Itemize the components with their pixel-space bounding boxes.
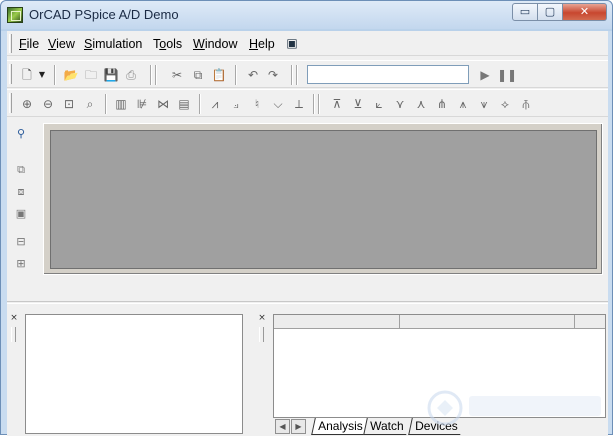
mark-point-icon[interactable]: ⫚ — [518, 96, 534, 112]
title-bar[interactable]: OrCAD PSpice A/D Demo ▭ ▢ ✕ — [1, 1, 612, 29]
toggle-cursor-icon[interactable]: ⌵ — [270, 96, 286, 112]
grid-header — [274, 315, 605, 329]
cursor-prev-transition-icon[interactable]: ⩛ — [476, 96, 492, 112]
maximize-button[interactable]: ▢ — [538, 3, 563, 21]
zoom-fit-icon[interactable]: ⌕ — [82, 96, 98, 112]
menubar-grip[interactable] — [9, 34, 12, 53]
output-file-icon[interactable]: ⧉ — [14, 163, 28, 177]
toolbar-separator — [150, 65, 152, 85]
zoom-out-icon[interactable]: ⊖ — [40, 96, 56, 112]
toolbar-grip[interactable] — [9, 93, 12, 113]
document-icon[interactable]: ▣ — [14, 207, 28, 221]
pane-grip[interactable] — [11, 327, 16, 342]
column-divider[interactable] — [574, 315, 575, 329]
open-folder-icon[interactable]: 🗀 — [83, 67, 99, 83]
simulation-status-pane: × ◀ ▶ Analysis Watch Devices — [255, 311, 608, 436]
toolbar-separator — [318, 94, 320, 114]
performance-icon[interactable]: ▤ — [176, 96, 192, 112]
cut-icon[interactable]: ✂ — [169, 67, 185, 83]
mark-label-icon[interactable]: ⟡ — [497, 96, 513, 112]
orcad-pspice-icon — [7, 7, 23, 23]
zoom-area-icon[interactable]: ⊡ — [61, 96, 77, 112]
simulation-profile-combo[interactable] — [307, 65, 469, 84]
cursor-slope-icon[interactable]: ⊻ — [350, 96, 366, 112]
scroll-right-icon[interactable]: ▶ — [291, 419, 306, 434]
copy-icon[interactable]: ⧉ — [190, 67, 206, 83]
menu-help[interactable]: Help — [249, 37, 275, 51]
tab-analysis[interactable]: Analysis — [311, 418, 369, 435]
save-icon[interactable]: 💾 — [103, 67, 119, 83]
plot-area[interactable] — [50, 130, 597, 269]
simulation-status-window[interactable] — [273, 314, 606, 418]
cursor-point-icon[interactable]: ⋏ — [413, 96, 429, 112]
undo-icon[interactable]: ↶ — [245, 67, 261, 83]
toolbar-file: 🗋 ▼ 📂 🗀 💾 ⎙ ✂ ⧉ 📋 ↶ ↷ ▶ ❚❚ — [7, 60, 608, 88]
tab-devices[interactable]: Devices — [408, 418, 464, 435]
print-icon[interactable]: ⎙ — [123, 67, 139, 83]
menu-window[interactable]: Window — [193, 37, 237, 51]
window-title: OrCAD PSpice A/D Demo — [29, 7, 179, 22]
message-icon[interactable]: ⊟ — [14, 235, 28, 249]
run-icon[interactable]: ▶ — [477, 67, 493, 83]
toolbar-separator — [54, 65, 56, 85]
toolbar-separator — [155, 65, 157, 85]
status-pane-handle: × — [255, 311, 269, 436]
app-window: OrCAD PSpice A/D Demo ▭ ▢ ✕ File View Si… — [0, 0, 613, 436]
cursor-next-transition-icon[interactable]: ⩚ — [455, 96, 471, 112]
minimize-button[interactable]: ▭ — [512, 3, 538, 21]
cursor-peak-icon[interactable]: ⟂ — [291, 96, 307, 112]
toolbar-separator — [235, 65, 237, 85]
settings-icon[interactable]: ⊞ — [14, 257, 28, 271]
add-y-axis-icon[interactable]: ⟓ — [228, 96, 244, 112]
client-area: File View Simulation Tools Window Help ▣… — [7, 31, 608, 436]
zoom-in-icon[interactable]: ⊕ — [19, 96, 35, 112]
open-icon[interactable]: 📂 — [63, 67, 79, 83]
splitter-horizontal[interactable] — [7, 301, 608, 304]
redo-icon[interactable]: ↷ — [265, 67, 281, 83]
toolbar-grip[interactable] — [9, 64, 12, 84]
menu-view[interactable]: View — [48, 37, 75, 51]
output-window[interactable] — [25, 314, 243, 434]
scroll-left-icon[interactable]: ◀ — [275, 419, 290, 434]
fourier-icon[interactable]: ⋈ — [155, 96, 171, 112]
pane-grip[interactable] — [259, 327, 264, 342]
toggle-grid-icon[interactable]: ▥ — [113, 96, 129, 112]
close-icon[interactable]: × — [257, 313, 267, 323]
new-icon[interactable]: 🗋 — [19, 67, 35, 83]
menu-bar: File View Simulation Tools Window Help ▣ — [7, 31, 608, 56]
context-help-icon[interactable]: ▣ — [284, 35, 300, 51]
close-icon[interactable]: × — [9, 313, 19, 323]
tab-watch[interactable]: Watch — [363, 418, 410, 435]
cursor-search-icon[interactable]: ⋔ — [434, 96, 450, 112]
toolbar-separator — [105, 94, 107, 114]
close-button[interactable]: ✕ — [563, 3, 607, 21]
toolbar-separator — [313, 94, 315, 114]
menu-simulation[interactable]: Simulation — [84, 37, 142, 51]
simulation-results-icon[interactable]: ⧈ — [14, 185, 28, 199]
toolbar-separator — [291, 65, 293, 85]
output-pane: × — [7, 311, 245, 436]
cursor-min-icon[interactable]: ⟀ — [371, 96, 387, 112]
dropdown-arrow-icon[interactable]: ▼ — [37, 67, 47, 83]
tab-strip: ◀ ▶ Analysis Watch Devices — [275, 417, 608, 436]
output-pane-handle: × — [7, 311, 21, 436]
paste-icon[interactable]: 📋 — [211, 67, 227, 83]
add-trace-icon[interactable]: ⊯ — [134, 96, 150, 112]
menu-file[interactable]: File — [19, 37, 39, 51]
pin-icon[interactable]: ⚲ — [14, 127, 28, 141]
plot-window — [43, 123, 603, 275]
column-divider[interactable] — [399, 315, 400, 329]
toolbar-separator — [296, 65, 298, 85]
mark-data-icon[interactable]: ♮ — [249, 96, 265, 112]
menu-tools[interactable]: Tools — [153, 37, 182, 51]
cursor-trough-icon[interactable]: ⊼ — [329, 96, 345, 112]
cursor-max-icon[interactable]: ⋎ — [392, 96, 408, 112]
add-plot-icon[interactable]: ⩘ — [207, 96, 223, 112]
toolbar-separator — [199, 94, 201, 114]
toolbar-probe: ⊕ ⊖ ⊡ ⌕ ▥ ⊯ ⋈ ▤ ⩘ ⟓ ♮ ⌵ ⟂ ⊼ ⊻ ⟀ ⋎ ⋏ ⋔ ⩚ … — [7, 89, 608, 117]
pause-icon[interactable]: ❚❚ — [497, 67, 517, 83]
left-toolbar: ⚲ ⧉ ⧈ ▣ ⊟ ⊞ — [7, 123, 37, 287]
